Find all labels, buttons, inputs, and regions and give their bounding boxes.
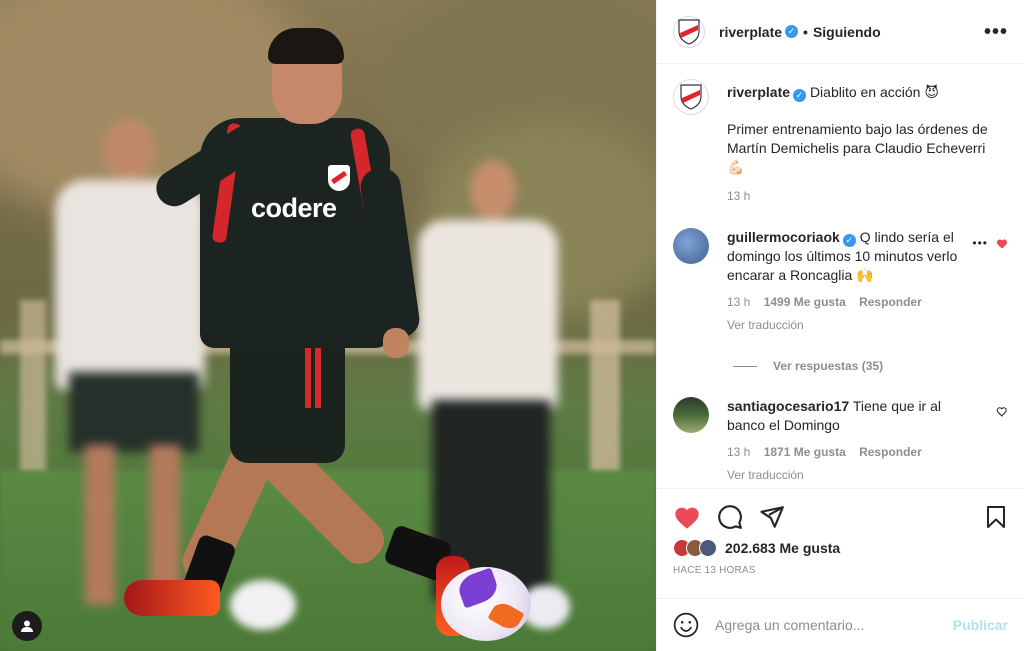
comment-likes[interactable]: 1499 Me gusta (764, 295, 846, 309)
comment-meta: 13 h 1499 Me gusta Responder (727, 293, 972, 312)
post-actions: 202.683 Me gusta HACE 13 HORAS (657, 488, 1024, 576)
comment-time: 13 h (727, 445, 751, 459)
verified-badge-icon: ✓ (785, 25, 799, 38)
club-crest (328, 165, 350, 191)
post-side-panel: riverplate ✓ • Siguiendo ••• riverplate ✓… (656, 0, 1024, 651)
post-caption: riverplate ✓ Diablito en acción 😈 Primer … (673, 79, 1008, 206)
heart-icon (675, 507, 699, 529)
post-photo[interactable]: codere (0, 0, 656, 651)
liker-avatar (699, 539, 717, 557)
river-plate-crest-icon (678, 18, 700, 45)
verified-badge-icon: ✓ (793, 89, 807, 102)
caption-username[interactable]: riverplate (727, 84, 790, 100)
more-icon: ••• (983, 20, 1008, 43)
caption-emoji: 😈 (924, 84, 939, 100)
like-button[interactable] (673, 504, 701, 530)
share-icon (760, 506, 784, 528)
heart-outline-icon (996, 407, 1007, 417)
user-tag-button[interactable] (12, 611, 42, 641)
caption-title: Diablito en acción (809, 84, 921, 100)
post-timestamp[interactable]: HACE 13 HORAS (673, 565, 1008, 576)
boot-left (124, 580, 220, 616)
river-plate-crest-icon (680, 84, 702, 110)
comments-list[interactable]: riverplate ✓ Diablito en acción 😈 Primer … (657, 65, 1024, 488)
caption-time: 13 h (727, 189, 751, 203)
comment-emoji: 🙌 (856, 267, 874, 283)
view-replies-label: Ver respuestas (35) (773, 359, 884, 373)
player: codere (120, 28, 480, 636)
author-username[interactable]: riverplate (719, 24, 782, 40)
caption-author-avatar[interactable] (673, 79, 709, 115)
comment-username[interactable]: guillermocoriaok (727, 229, 840, 245)
comment-meta: 13 h 1871 Me gusta Responder (727, 443, 972, 462)
save-button[interactable] (984, 504, 1008, 530)
comment-input[interactable] (715, 617, 953, 633)
jersey-sponsor: codere (251, 193, 337, 223)
liker-avatars (673, 539, 717, 557)
comment-like-button[interactable]: ••• (972, 236, 1008, 250)
publish-button[interactable]: Publicar (953, 617, 1008, 633)
reply-button[interactable]: Responder (859, 445, 922, 459)
separator-dot: • (803, 23, 808, 40)
comment-item: guillermocoriaok ✓ Q lindo sería el domin… (673, 228, 1008, 335)
view-replies-button[interactable]: Ver respuestas (35) (733, 359, 1008, 373)
user-tag-icon (21, 620, 33, 632)
following-button[interactable]: Siguiendo (813, 24, 881, 40)
fence-post-left (20, 300, 46, 480)
see-translation-link[interactable]: Ver traducción (727, 466, 972, 485)
comment-time: 13 h (727, 295, 751, 309)
comment-item: santiagocesario17 Tiene que ir al banco … (673, 397, 1008, 485)
caption-body: Primer entrenamiento bajo las órdenes de… (727, 121, 988, 156)
commenter-avatar[interactable] (673, 228, 709, 264)
heart-filled-icon (997, 239, 1007, 248)
see-translation-link[interactable]: Ver traducción (727, 316, 972, 335)
comment-button[interactable] (717, 504, 743, 530)
match-ball (441, 567, 531, 641)
author-avatar[interactable] (673, 15, 705, 48)
share-button[interactable] (759, 504, 785, 530)
replies-divider (733, 365, 757, 367)
post-header: riverplate ✓ • Siguiendo ••• (657, 0, 1024, 64)
commenter-avatar[interactable] (673, 397, 709, 433)
verified-badge-icon: ✓ (842, 234, 856, 247)
more-options-button[interactable]: ••• (984, 22, 1008, 42)
bookmark-icon (987, 506, 1005, 528)
caption-tail-emoji: 💪🏻 (727, 159, 745, 175)
comment-likes[interactable]: 1871 Me gusta (764, 445, 846, 459)
reply-button[interactable]: Responder (859, 295, 922, 309)
comment-like-button[interactable] (996, 405, 1008, 420)
emoji-picker-button[interactable] (673, 612, 699, 638)
comment-more-icon[interactable]: ••• (972, 236, 988, 250)
comment-username[interactable]: santiagocesario17 (727, 398, 849, 414)
comment-icon (718, 505, 742, 529)
fence-post (590, 300, 620, 480)
emoji-icon (673, 612, 699, 638)
likes-count[interactable]: 202.683 Me gusta (725, 540, 840, 556)
likes-summary[interactable]: 202.683 Me gusta (673, 539, 1008, 557)
comment-composer: Publicar (657, 598, 1024, 651)
